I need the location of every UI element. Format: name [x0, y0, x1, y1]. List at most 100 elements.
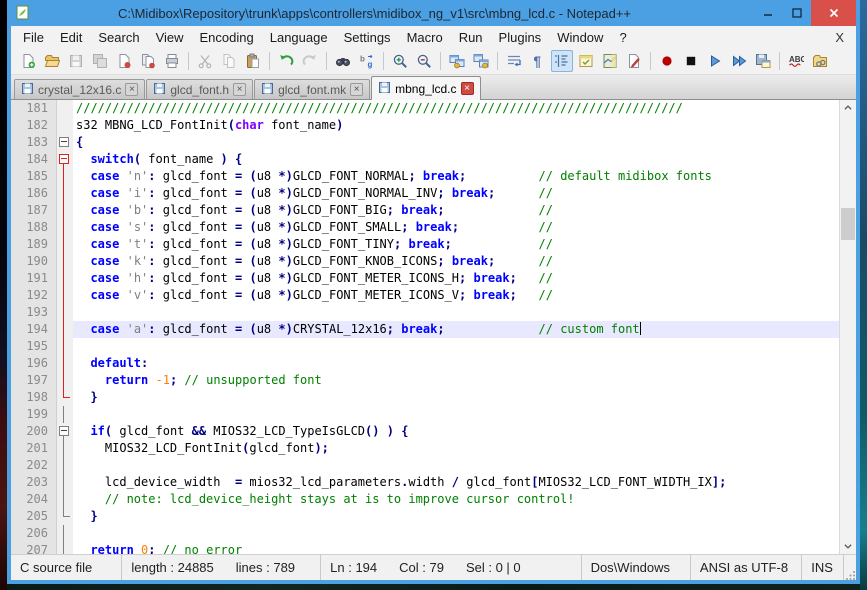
code-text[interactable]: } [73, 508, 856, 525]
explorer-link-button[interactable] [809, 50, 831, 72]
undo-button[interactable] [275, 50, 297, 72]
code-text[interactable]: case 'v': glcd_font = (u8 *)GLCD_FONT_ME… [73, 287, 856, 304]
code-text[interactable]: case 't': glcd_font = (u8 *)GLCD_FONT_TI… [73, 236, 856, 253]
user-dialog-button[interactable] [575, 50, 597, 72]
code-text[interactable] [73, 525, 856, 542]
sync-scroll-h-button[interactable] [470, 50, 492, 72]
macro-run-multiple-button[interactable] [728, 50, 750, 72]
menu-plugins[interactable]: Plugins [491, 28, 550, 47]
print-button[interactable] [161, 50, 183, 72]
menu-language[interactable]: Language [262, 28, 336, 47]
code-text[interactable]: ////////////////////////////////////////… [73, 100, 856, 117]
scroll-down-arrow-icon[interactable] [840, 538, 856, 554]
close-all-button[interactable] [137, 50, 159, 72]
cut-button[interactable] [194, 50, 216, 72]
tab-crystal_12x16.c[interactable]: crystal_12x16.c× [14, 79, 145, 99]
code-text[interactable]: case 'b': glcd_font = (u8 *)GLCD_FONT_BI… [73, 202, 856, 219]
scroll-up-arrow-icon[interactable] [840, 100, 856, 116]
new-file-button[interactable] [17, 50, 39, 72]
macro-play-button[interactable] [704, 50, 726, 72]
code-text[interactable]: case 'a': glcd_font = (u8 *)CRYSTAL_12x1… [73, 321, 856, 338]
find-button[interactable] [332, 50, 354, 72]
macro-record-button[interactable] [656, 50, 678, 72]
status-value: ANSI as UTF-8 [700, 560, 788, 575]
code-text[interactable]: lcd_device_width = mios32_lcd_parameters… [73, 474, 856, 491]
menu-view[interactable]: View [148, 28, 192, 47]
indent-guide-button[interactable] [551, 50, 573, 72]
macro-save-button[interactable] [752, 50, 774, 72]
tab-glcd_font.h[interactable]: glcd_font.h× [146, 79, 253, 99]
code-text[interactable] [73, 406, 856, 423]
save-all-button[interactable] [89, 50, 111, 72]
code-text[interactable]: case 's': glcd_font = (u8 *)GLCD_FONT_SM… [73, 219, 856, 236]
minimize-button[interactable] [753, 0, 782, 26]
code-text[interactable]: s32 MBNG_LCD_FontInit(char font_name) [73, 117, 856, 134]
code-text[interactable]: // note: lcd_device_height stays at is t… [73, 491, 856, 508]
code-text[interactable]: switch( font_name ) { [73, 151, 856, 168]
tab-glcd_font.mk[interactable]: glcd_font.mk× [254, 79, 370, 99]
maximize-button[interactable] [782, 0, 811, 26]
menu-encoding[interactable]: Encoding [192, 28, 262, 47]
redo-button[interactable] [299, 50, 321, 72]
code-text[interactable]: } [73, 389, 856, 406]
save-button[interactable] [65, 50, 87, 72]
code-text[interactable] [73, 304, 856, 321]
replace-button[interactable]: bg [356, 50, 378, 72]
close-file-button[interactable] [113, 50, 135, 72]
menu-help[interactable]: ? [611, 28, 634, 47]
code-text[interactable]: if( glcd_font && MIOS32_LCD_TypeIsGLCD()… [73, 423, 856, 440]
code-text[interactable]: case 'i': glcd_font = (u8 *)GLCD_FONT_NO… [73, 185, 856, 202]
menu-settings[interactable]: Settings [336, 28, 399, 47]
fold-toggle-icon[interactable] [57, 423, 73, 440]
code-text[interactable] [73, 338, 856, 355]
menu-edit[interactable]: Edit [52, 28, 90, 47]
resize-grip[interactable] [844, 555, 856, 580]
menu-file[interactable]: File [15, 28, 52, 47]
code-text[interactable] [73, 457, 856, 474]
menu-macro[interactable]: Macro [399, 28, 451, 47]
status-insert-mode[interactable]: INS [802, 555, 844, 580]
paste-button[interactable] [242, 50, 264, 72]
menubar-close-document-x[interactable]: X [835, 30, 856, 45]
menu-window[interactable]: Window [549, 28, 611, 47]
code-text[interactable]: return -1; // unsupported font [73, 372, 856, 389]
titlebar[interactable]: C:\Midibox\Repository\trunk\apps\control… [11, 0, 856, 26]
menu-run[interactable]: Run [451, 28, 491, 47]
close-button[interactable] [811, 0, 856, 26]
code-line: 184 switch( font_name ) { [11, 151, 856, 168]
doc-map-button[interactable] [599, 50, 621, 72]
macro-stop-button[interactable] [680, 50, 702, 72]
fold-toggle-icon[interactable] [57, 134, 73, 151]
spell-check-button[interactable]: ABC [785, 50, 807, 72]
close-tab-icon[interactable]: × [350, 83, 363, 96]
code-text[interactable]: MIOS32_LCD_FontInit(glcd_font); [73, 440, 856, 457]
word-wrap-button[interactable] [503, 50, 525, 72]
open-file-icon [44, 53, 60, 69]
code-text[interactable]: default: [73, 355, 856, 372]
desktop-background-right [860, 0, 867, 590]
menu-search[interactable]: Search [90, 28, 147, 47]
copy-button[interactable] [218, 50, 240, 72]
status-value: Col : 79 [399, 560, 444, 575]
zoom-in-button[interactable] [389, 50, 411, 72]
fold-toggle-icon[interactable] [57, 151, 73, 168]
show-all-chars-button[interactable]: ¶ [527, 50, 549, 72]
scrollbar-thumb[interactable] [841, 208, 855, 240]
code-text[interactable]: case 'k': glcd_font = (u8 *)GLCD_FONT_KN… [73, 253, 856, 270]
code-text[interactable]: return 0; // no error [73, 542, 856, 554]
close-tab-icon[interactable]: × [233, 83, 246, 96]
fold-margin [57, 525, 73, 542]
zoom-out-button[interactable] [413, 50, 435, 72]
tab-mbng_lcd.c[interactable]: mbng_lcd.c× [371, 76, 480, 100]
saved-file-icon [261, 82, 274, 95]
close-tab-icon[interactable]: × [125, 83, 138, 96]
code-editor[interactable]: 181/////////////////////////////////////… [11, 100, 856, 554]
code-text[interactable]: { [73, 134, 856, 151]
open-file-button[interactable] [41, 50, 63, 72]
close-tab-icon[interactable]: × [461, 82, 474, 95]
code-text[interactable]: case 'n': glcd_font = (u8 *)GLCD_FONT_NO… [73, 168, 856, 185]
code-text[interactable]: case 'h': glcd_font = (u8 *)GLCD_FONT_ME… [73, 270, 856, 287]
function-list-button[interactable] [623, 50, 645, 72]
vertical-scrollbar[interactable] [839, 100, 856, 554]
sync-scroll-v-button[interactable] [446, 50, 468, 72]
